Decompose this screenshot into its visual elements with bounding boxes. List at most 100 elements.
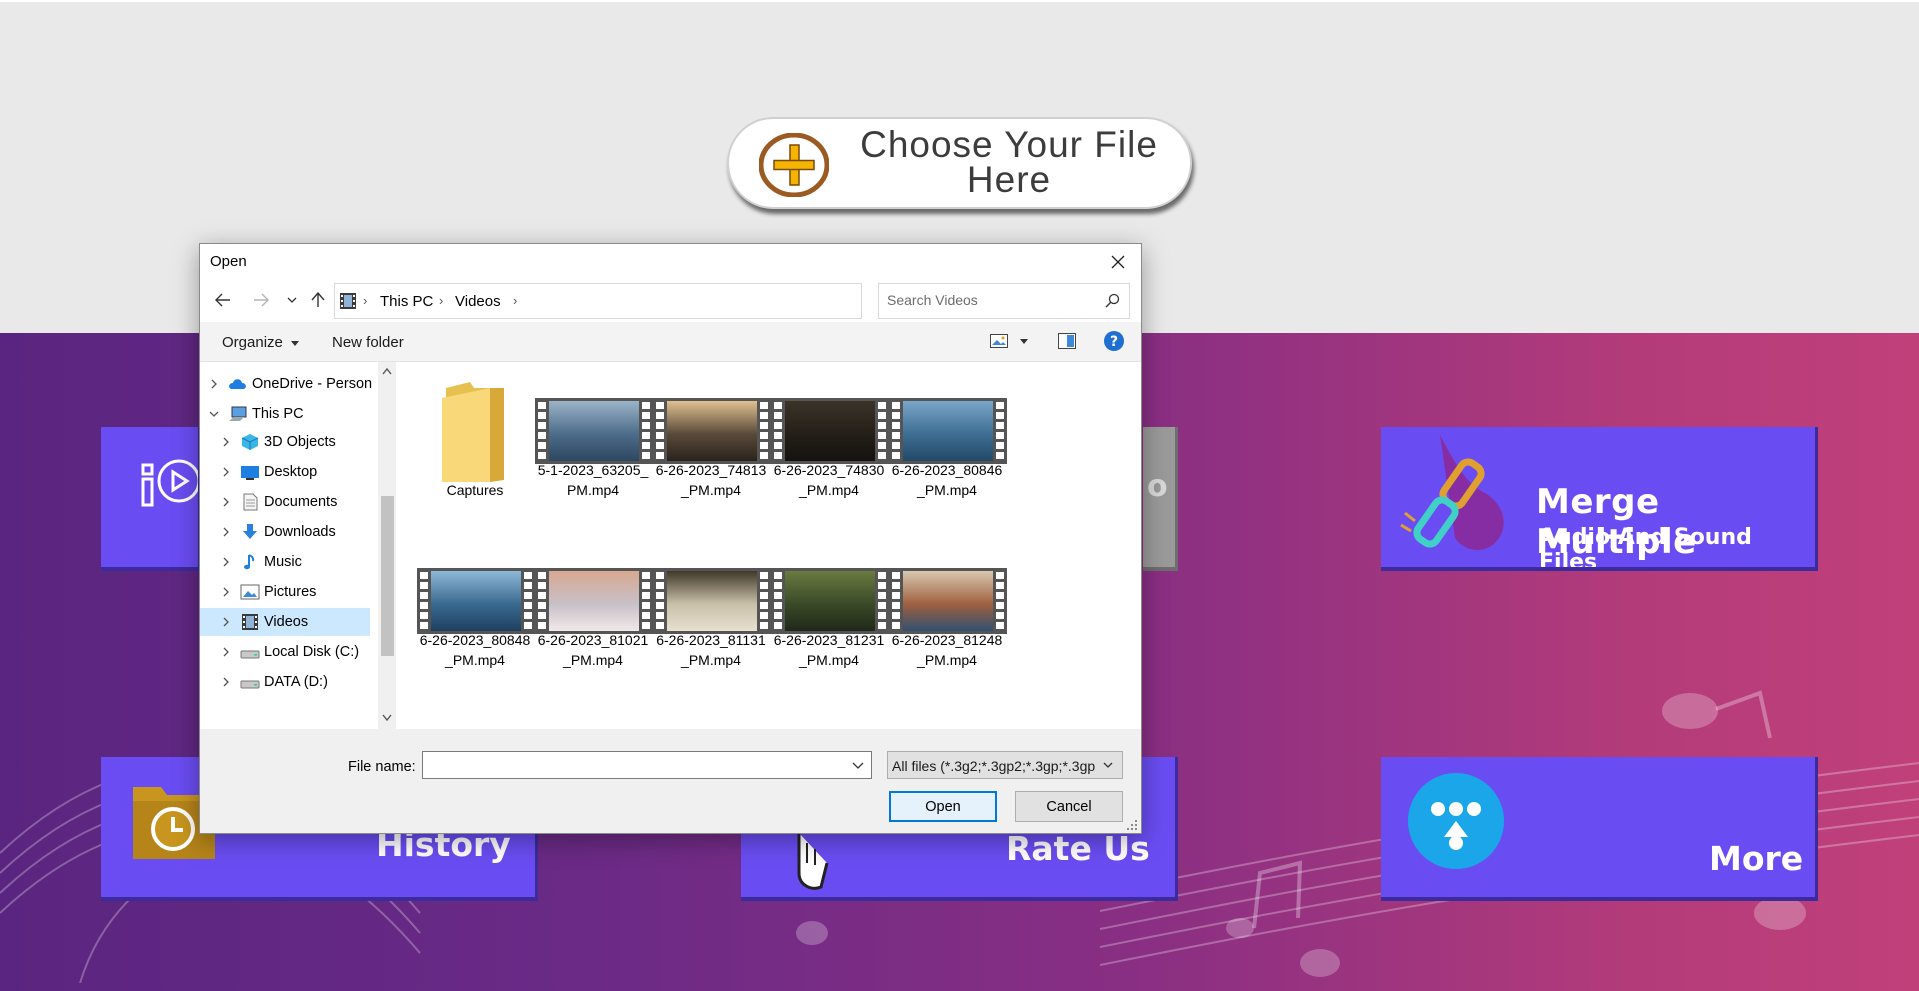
video-thumbnail-icon — [653, 568, 771, 634]
up-button[interactable] — [307, 289, 329, 311]
nav-item-label: Local Disk (C:) — [264, 644, 360, 660]
file-name-field[interactable] — [422, 751, 872, 779]
file-name-line2: _PM.mp4 — [799, 652, 859, 668]
file-type-value: All files (*.3g2;*.3gp2;*.3gp;*.3gp — [892, 758, 1096, 774]
back-button[interactable] — [212, 289, 234, 311]
tile-video-tools[interactable] — [101, 427, 201, 571]
dialog-title: Open — [210, 253, 247, 270]
drive-icon — [240, 650, 260, 659]
video-file-item[interactable]: 6-26-2023_81021 _PM.mp4 — [528, 552, 658, 682]
change-view-button[interactable] — [990, 334, 1036, 352]
chevron-down-icon[interactable] — [208, 408, 220, 420]
forward-button[interactable] — [250, 289, 272, 311]
chevron-right-icon[interactable] — [220, 526, 232, 538]
nav-item-3d-objects[interactable]: 3D Objects — [200, 428, 370, 456]
file-name-line2: _PM.mp4 — [445, 652, 505, 668]
share-dots-icon — [1408, 773, 1504, 869]
tile-merge-audio[interactable]: Merge Multiple Audio And Sound Files — [1381, 427, 1818, 571]
file-list: Captures 5-1-2023_63205_ PM.mp4 6-26-2023_7… — [396, 362, 1141, 729]
scroll-up-arrow-icon[interactable] — [382, 368, 392, 375]
chevron-right-icon[interactable] — [220, 556, 232, 568]
document-icon — [243, 493, 258, 511]
video-file-item[interactable]: 6-26-2023_81131 _PM.mp4 — [646, 552, 776, 682]
folder-item[interactable]: Captures — [410, 382, 540, 512]
scrollbar-thumb[interactable] — [381, 496, 394, 656]
scroll-down-arrow-icon[interactable] — [382, 714, 392, 721]
nav-item-music[interactable]: Music — [200, 548, 370, 576]
breadcrumb-videos[interactable]: Videos — [455, 293, 501, 310]
cancel-button[interactable]: Cancel — [1015, 791, 1123, 822]
preview-pane-button[interactable] — [1058, 333, 1076, 352]
recent-locations-button[interactable] — [281, 289, 303, 311]
help-icon: ? — [1104, 331, 1124, 351]
video-file-item[interactable]: 6-26-2023_81231 _PM.mp4 — [764, 552, 894, 682]
command-toolbar: Organize New folder ? — [200, 322, 1141, 362]
video-file-item[interactable]: 6-26-2023_74813 _PM.mp4 — [646, 382, 776, 512]
video-file-item[interactable]: 6-26-2023_74830 _PM.mp4 — [764, 382, 894, 512]
address-bar[interactable]: › This PC › Videos › — [334, 283, 986, 319]
search-icon[interactable] — [1105, 293, 1120, 308]
open-button[interactable]: Open — [889, 791, 997, 822]
file-name-line1: 6-26-2023_81131 — [656, 632, 766, 648]
nav-item-desktop[interactable]: Desktop — [200, 458, 370, 486]
file-name-line1: 6-26-2023_74830 — [773, 462, 885, 478]
nav-item-videos[interactable]: Videos — [200, 608, 370, 636]
close-button[interactable] — [1100, 248, 1136, 276]
nav-item-label: Videos — [264, 614, 309, 630]
chevron-right-icon[interactable] — [220, 466, 232, 478]
video-file-item[interactable]: 6-26-2023_80846 _PM.mp4 — [882, 382, 1012, 512]
nav-item-downloads[interactable]: Downloads — [200, 518, 370, 546]
choose-file-button[interactable]: Choose Your File Here — [727, 117, 1192, 209]
navigation-scrollbar[interactable] — [378, 362, 396, 729]
dialog-titlebar[interactable]: Open — [200, 244, 1141, 278]
chevron-right-icon[interactable] — [220, 586, 232, 598]
folder-icon — [442, 382, 504, 482]
nav-item-documents[interactable]: Documents — [200, 488, 370, 516]
nav-item-label: Downloads — [264, 524, 336, 540]
dialog-footer: File name: All files (*.3g2;*.3gp2;*.3gp… — [200, 729, 1141, 833]
breadcrumb-separator-icon: › — [439, 293, 444, 308]
picture-icon — [240, 584, 260, 600]
chevron-right-icon[interactable] — [220, 496, 232, 508]
new-folder-button[interactable]: New folder — [332, 334, 404, 351]
video-file-item[interactable]: 6-26-2023_80848 _PM.mp4 — [410, 552, 540, 682]
file-type-select[interactable]: All files (*.3g2;*.3gp2;*.3gp;*.3gp — [887, 751, 1123, 779]
chevron-down-icon[interactable] — [848, 755, 868, 775]
caret-down-icon — [1020, 339, 1028, 344]
chevron-down-icon — [1103, 762, 1113, 768]
file-name-text: 6-26-2023_81231 _PM.mp4 — [764, 630, 894, 670]
video-thumbnail-icon — [535, 398, 653, 464]
breadcrumb-this-pc[interactable]: This PC — [380, 293, 433, 310]
video-thumbnail-icon — [889, 568, 1007, 634]
search-box[interactable] — [878, 283, 1130, 319]
chevron-right-icon[interactable] — [220, 646, 232, 658]
file-name-line1: 6-26-2023_81248 — [891, 632, 1003, 648]
file-name-text: 6-26-2023_80846 _PM.mp4 — [882, 460, 1012, 500]
tile-partial-grey[interactable]: o — [1143, 427, 1178, 571]
nav-item-label: OneDrive - Person — [252, 376, 373, 392]
nav-item-data-d[interactable]: DATA (D:) — [200, 668, 370, 696]
search-input[interactable] — [887, 292, 1097, 308]
chevron-right-icon[interactable] — [220, 676, 232, 688]
file-name-input[interactable] — [427, 756, 827, 772]
chevron-right-icon[interactable] — [208, 378, 220, 390]
music-note-icon — [244, 554, 255, 570]
help-button[interactable]: ? — [1103, 330, 1125, 355]
close-icon — [1111, 255, 1125, 269]
chevron-right-icon[interactable] — [220, 616, 232, 628]
nav-item-label: Documents — [264, 494, 338, 510]
file-name-line1: 6-26-2023_80846 — [891, 462, 1003, 478]
video-file-item[interactable]: 5-1-2023_63205_ PM.mp4 — [528, 382, 658, 512]
file-name-line2: PM.mp4 — [566, 482, 620, 498]
video-file-item[interactable]: 6-26-2023_81248 _PM.mp4 — [882, 552, 1012, 682]
nav-item-local-disk-c[interactable]: Local Disk (C:) — [200, 638, 370, 666]
navigation-bar: › This PC › Videos › — [200, 278, 1141, 322]
chain-link-icon — [1400, 435, 1504, 550]
tile-more[interactable]: More — [1381, 757, 1818, 901]
nav-item-pictures[interactable]: Pictures — [200, 578, 370, 606]
nav-item-onedrive-person[interactable]: OneDrive - Person — [200, 370, 373, 398]
chevron-right-icon[interactable] — [220, 436, 232, 448]
resize-grip-icon[interactable] — [1126, 819, 1138, 831]
nav-item-this-pc[interactable]: This PC — [200, 400, 370, 428]
organize-menu-button[interactable]: Organize — [222, 334, 300, 351]
